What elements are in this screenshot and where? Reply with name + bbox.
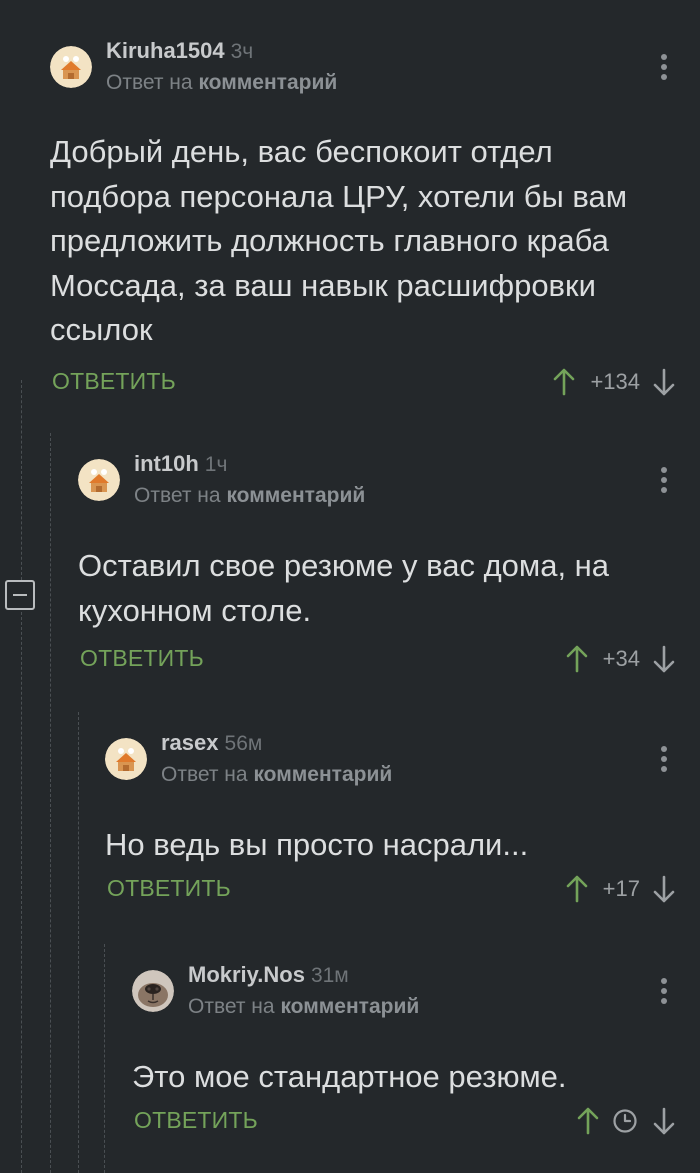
- comment-text: Но ведь вы просто насрали...: [105, 827, 529, 862]
- rating-box: +17: [565, 871, 676, 907]
- comment-time: 3ч: [230, 40, 254, 63]
- downvote-icon[interactable]: [652, 1105, 676, 1137]
- username[interactable]: int10h: [134, 451, 199, 476]
- reply-to-line: Ответ на комментарий: [134, 481, 365, 511]
- default-avatar-icon[interactable]: [50, 46, 92, 88]
- downvote-icon[interactable]: [652, 873, 676, 905]
- comment-text: Это мое стандартное резюме.: [132, 1059, 567, 1094]
- rating-score: +17: [602, 875, 640, 901]
- reply-button[interactable]: ОТВЕТИТЬ: [80, 645, 204, 672]
- reply-prefix: Ответ на: [161, 763, 248, 786]
- username[interactable]: rasex: [161, 730, 219, 755]
- comment-thread: Kiruha1504 3ч Ответ на комментарий Добрый…: [0, 0, 700, 1173]
- upvote-icon[interactable]: [565, 643, 589, 675]
- comment-time: 31м: [310, 964, 349, 987]
- rating-score: +34: [602, 646, 640, 671]
- thread-line: [21, 380, 22, 580]
- parent-comment-link[interactable]: комментарий: [226, 484, 365, 507]
- parent-comment-link[interactable]: комментарий: [253, 763, 392, 786]
- rating-box: [576, 1103, 676, 1139]
- comment-time: 56м: [224, 732, 263, 755]
- more-options-icon[interactable]: [660, 978, 668, 1008]
- more-options-icon[interactable]: [660, 746, 668, 776]
- reply-to-line: Ответ на комментарий: [106, 68, 337, 98]
- default-avatar-icon[interactable]: [105, 738, 147, 780]
- reply-prefix: Ответ на: [188, 995, 275, 1018]
- comment: Kiruha1504 3ч Ответ на комментарий Добрый…: [50, 36, 700, 406]
- comment: rasex 56м Ответ на комментарий Но ведь вы…: [105, 728, 700, 913]
- parent-comment-link[interactable]: комментарий: [198, 71, 337, 94]
- username[interactable]: Mokriy.Nos: [188, 962, 305, 987]
- reply-button[interactable]: ОТВЕТИТЬ: [107, 875, 231, 902]
- comment: int10h 1ч Ответ на комментарий Оставил св…: [78, 449, 700, 683]
- upvote-icon[interactable]: [565, 873, 589, 905]
- more-options-icon[interactable]: [660, 467, 668, 497]
- downvote-icon[interactable]: [652, 643, 676, 675]
- reply-button[interactable]: ОТВЕТИТЬ: [134, 1107, 258, 1134]
- comment: Mokriy.Nos 31м Ответ на комментарий Это м…: [132, 960, 700, 1145]
- thread-line: [50, 433, 51, 1173]
- reply-to-line: Ответ на комментарий: [188, 992, 419, 1022]
- thread-line: [21, 612, 22, 1173]
- reply-button[interactable]: ОТВЕТИТЬ: [52, 368, 176, 395]
- collapse-thread-button[interactable]: [5, 580, 35, 610]
- username[interactable]: Kiruha1504: [106, 38, 225, 63]
- default-avatar-icon[interactable]: [78, 459, 120, 501]
- comment-text: Добрый день, вас беспокоит отдел подбора…: [50, 134, 628, 347]
- comment-text: Оставил свое резюме у вас дома, на кухон…: [78, 548, 610, 628]
- reply-prefix: Ответ на: [106, 71, 193, 94]
- rating-box: +34: [565, 641, 676, 677]
- clock-icon: [613, 1108, 637, 1133]
- thread-line: [104, 944, 105, 1173]
- rating-score: +134: [590, 368, 640, 394]
- comment-time: 1ч: [204, 453, 228, 476]
- thread-line: [78, 712, 79, 1173]
- upvote-icon[interactable]: [552, 366, 576, 398]
- rating-box: +134: [552, 364, 676, 400]
- parent-comment-link[interactable]: комментарий: [280, 995, 419, 1018]
- downvote-icon[interactable]: [652, 366, 676, 398]
- reply-prefix: Ответ на: [134, 484, 221, 507]
- more-options-icon[interactable]: [660, 54, 668, 84]
- upvote-icon[interactable]: [576, 1105, 600, 1137]
- dog-photo-avatar[interactable]: [132, 970, 174, 1012]
- reply-to-line: Ответ на комментарий: [161, 760, 392, 790]
